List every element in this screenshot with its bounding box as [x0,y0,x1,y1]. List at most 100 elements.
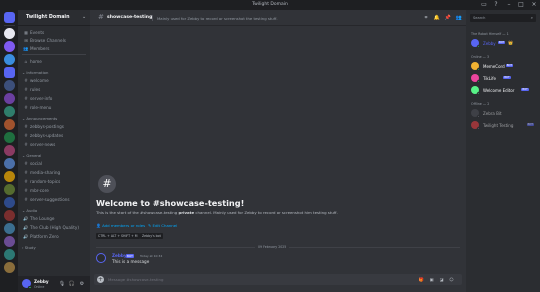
channel-item[interactable]: # mbr-core [22,187,86,194]
channel-item[interactable]: # welcome [22,77,86,84]
channel-item[interactable]: # role-menu [22,104,86,111]
message-composer: + 🎁 ▣ ◪ ☺ [94,274,462,285]
member-item[interactable]: Welcome Editor BOT [471,86,537,95]
member-item[interactable]: Zebra Bit [471,109,537,118]
server-icon[interactable] [4,249,15,260]
add-members-link[interactable]: 👤 Add members or roles [96,223,145,228]
members-icon: 👥 [23,46,29,51]
bot-badge: BOT [521,88,529,92]
maximize-icon[interactable]: □ [515,0,527,10]
channel-label: Platform Zero [30,234,59,239]
active-server-icon[interactable] [4,67,15,78]
server-icon[interactable] [4,119,15,130]
hash-icon: # [24,142,28,147]
hash-icon: # [24,78,28,83]
hash-icon: # [24,105,28,110]
threads-icon[interactable]: ⌗ [422,14,430,22]
channel-label: The Club (High Quality) [30,225,80,230]
member-item[interactable]: Zebby BOT 👑 [471,39,537,48]
channel-item[interactable]: # media-sharing [22,169,86,176]
channel-topic[interactable]: Mainly used for Zebby to record or scree… [157,16,278,21]
headphones-icon[interactable]: 🎧 [68,280,76,288]
server-icon[interactable] [4,28,15,39]
category-header[interactable]: ⌄ Announcements [22,116,86,122]
server-icon[interactable] [4,184,15,195]
server-icon[interactable] [4,210,15,221]
edit-channel-link[interactable]: ✎ Edit Channel [148,223,177,228]
channel-item[interactable]: 🔊Platform Zero [22,233,86,240]
hash-icon: # [24,179,28,184]
member-item[interactable]: TikLife BOT [471,74,537,83]
channel-item[interactable]: # random-topics [22,178,86,185]
channel-item[interactable]: # zebbys-postings [22,123,86,130]
server-icon[interactable] [4,197,15,208]
gear-icon[interactable]: ⚙ [78,280,86,288]
channel-hash-icon: # [98,175,116,193]
member-list: Search ⌕ The Robot Himself — 1 Zebby BOT 👑 On… [466,10,540,292]
close-icon[interactable]: × [528,0,540,10]
server-icon[interactable] [4,236,15,247]
chevron-down-icon: ⌄ [82,14,87,20]
microphone-icon[interactable]: 🎙 [58,280,66,288]
server-icon[interactable] [4,54,15,65]
server-icon[interactable] [4,106,15,117]
sticker-icon[interactable]: ◪ [438,276,445,283]
member-name: TikLife [483,75,496,81]
channel-item[interactable]: # server-info [22,95,86,102]
speaker-icon: 🔊 [23,234,29,239]
inbox-icon[interactable]: ▭ [478,0,490,10]
search-input[interactable]: Search ⌕ [470,14,536,22]
message-avatar[interactable] [96,253,106,263]
channel-item[interactable]: ⌂ home [22,58,86,65]
pin-icon[interactable]: 📌 [444,14,452,22]
server-icon[interactable] [4,223,15,234]
member-name: Twilight Testing [483,122,514,128]
channel-item[interactable]: # server-news [22,141,86,148]
bell-icon[interactable]: 🔔 [433,14,441,22]
message-input[interactable] [108,275,378,284]
help-icon[interactable]: ? [490,0,502,10]
hash-icon: # [24,161,28,166]
category-header[interactable]: › Study [22,245,86,251]
message-author[interactable]: Zebby [112,253,127,258]
category-header[interactable]: ⌄ Information [22,70,86,76]
emoji-icon[interactable]: ☺ [448,276,455,283]
direct-messages-icon[interactable] [4,12,15,23]
category-label: Information [26,70,49,75]
status-icon [476,79,480,83]
gif-icon[interactable]: ▣ [428,276,435,283]
guild-header[interactable]: Twilight Domain ⌄ [18,10,90,26]
sidebar-nav-label: Events [30,30,45,35]
window-title: Twilight Domain [252,2,288,7]
server-icon[interactable] [4,132,15,143]
server-icon[interactable] [4,145,15,156]
server-icon[interactable] [4,41,15,52]
server-icon[interactable] [4,158,15,169]
channel-item[interactable]: # social [22,160,86,167]
channel-item[interactable]: # zebbys-updates [22,132,86,139]
members-toggle-icon[interactable]: 👥 [455,14,463,22]
add-attachment-icon[interactable]: + [97,276,104,283]
channel-item[interactable]: # server-suggestions [22,196,86,203]
minimize-icon[interactable]: – [503,0,515,10]
sidebar-nav-item[interactable]: ▦ Events [22,29,86,36]
gift-icon[interactable]: 🎁 [418,276,425,283]
server-icon[interactable] [4,171,15,182]
member-item[interactable]: Twilight Testing BOT [471,121,537,130]
sidebar-nav-item[interactable]: 👥Members [22,45,86,52]
server-icon[interactable] [4,80,15,91]
title-bar: Twilight Domain ▭ ? – □ × [0,0,540,10]
channel-item[interactable]: 🔊The Club (High Quality) [22,224,86,231]
bot-badge: BOT [503,76,511,80]
category-header[interactable]: ⌄ General [22,153,86,159]
server-icon[interactable] [4,262,15,273]
server-icon[interactable] [4,93,15,104]
channel-item[interactable]: # rules [22,86,86,93]
channel-label: server-suggestions [30,197,70,202]
sidebar-nav-item[interactable]: ⊞ Browse Channels [22,37,86,44]
category-header[interactable]: ⌄ Audio [22,208,86,214]
hash-icon: # [24,197,28,202]
status-icon [476,126,480,130]
member-item[interactable]: MemeCord BOT [471,62,537,71]
channel-item[interactable]: 🔊The Lounge [22,215,86,222]
